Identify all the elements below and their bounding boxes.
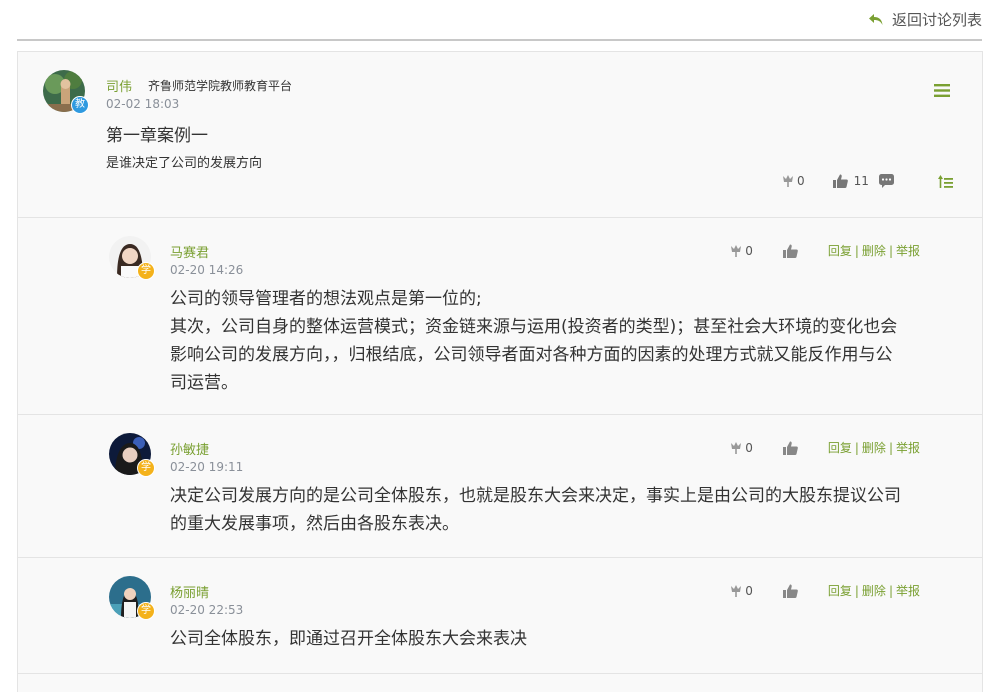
content-line: 公司全体股东，即通过召开全体股东大会来表决 [170, 629, 527, 649]
flower-icon [731, 441, 742, 454]
comment-icon [878, 174, 894, 188]
thumbs-up-icon [782, 244, 798, 258]
delete-link[interactable]: 删除 [862, 584, 886, 598]
separator: | [854, 441, 859, 455]
flower-button[interactable]: 0 [729, 441, 753, 455]
teacher-badge: 教 [71, 96, 89, 114]
topic-title: 第一章案例一 [106, 126, 208, 146]
top-bar: 返回讨论列表 [0, 0, 1000, 41]
thumbs-up-icon [832, 174, 848, 188]
flower-count: 0 [797, 174, 805, 188]
reply-date: 02-20 22:53 [170, 603, 244, 617]
flower-button[interactable]: 0 [729, 244, 753, 258]
student-badge: 学 [137, 459, 155, 477]
reply-actions: 0 回复 | 删除 | 举报 [729, 582, 920, 599]
reply-date: 02-20 19:11 [170, 460, 244, 474]
separator: | [888, 441, 893, 455]
like-count: 11 [853, 174, 869, 188]
content-line: 的重大发展事项，然后由各股东表决。 [170, 514, 459, 534]
student-badge: 学 [137, 602, 155, 620]
topic-post: 教 司伟 齐鲁师范学院教师教育平台 02-02 18:03 第一章案例一 是谁决… [18, 52, 982, 218]
sort-button[interactable] [937, 174, 953, 188]
report-link[interactable]: 举报 [896, 244, 920, 258]
reply-item: 学 孙敏捷 02-20 19:11 0 回复 | 删除 | 举报 决定公司发展方… [18, 415, 982, 558]
reply-content: 公司全体股东，即通过召开全体股东大会来表决 [170, 625, 960, 653]
back-to-list-link[interactable]: 返回讨论列表 [868, 9, 982, 30]
separator: | [854, 244, 859, 258]
discussion-panel: 教 司伟 齐鲁师范学院教师教育平台 02-02 18:03 第一章案例一 是谁决… [17, 51, 983, 692]
flower-icon [731, 584, 742, 597]
topic-author[interactable]: 司伟 [106, 76, 132, 95]
topic-org: 齐鲁师范学院教师教育平台 [148, 79, 293, 93]
reply-item: 学 杨丽晴 02-20 22:53 0 回复 | 删除 | 举报 公司全体股东，… [18, 558, 982, 674]
content-line: 决定公司发展方向的是公司全体股东，也就是股东大会来决定，事实上是由公司的大股东提… [170, 486, 901, 506]
like-button[interactable] [782, 441, 798, 455]
like-button[interactable] [782, 244, 798, 258]
flower-button[interactable]: 0 [729, 584, 753, 598]
comment-button[interactable] [878, 174, 894, 188]
report-link[interactable]: 举报 [896, 584, 920, 598]
reply-actions: 0 回复 | 删除 | 举报 [729, 439, 920, 456]
reply-actions: 0 回复 | 删除 | 举报 [729, 242, 920, 259]
reply-item: 学 马赛君 02-20 14:26 0 回复 | 删除 | 举报 公司的领导管理… [18, 218, 982, 415]
reply-link[interactable]: 回复 [828, 244, 852, 258]
flower-count: 0 [745, 243, 753, 258]
avatar[interactable]: 学 [109, 576, 155, 620]
reply-author[interactable]: 孙敏捷 [170, 439, 209, 458]
flower-count: 0 [745, 583, 753, 598]
reply-content: 公司的领导管理者的想法观点是第一位的; 其次，公司自身的整体运营模式；资金链来源… [170, 285, 960, 397]
reply-author[interactable]: 马赛君 [170, 242, 209, 261]
avatar[interactable]: 学 [109, 433, 155, 477]
avatar[interactable]: 学 [109, 236, 155, 280]
flower-count: 0 [745, 440, 753, 455]
report-link[interactable]: 举报 [896, 441, 920, 455]
avatar[interactable]: 教 [43, 70, 89, 114]
delete-link[interactable]: 删除 [862, 244, 886, 258]
reply-date: 02-20 14:26 [170, 263, 244, 277]
delete-link[interactable]: 删除 [862, 441, 886, 455]
separator: | [854, 584, 859, 598]
back-link-label: 返回讨论列表 [891, 11, 982, 29]
reply-links: 回复 | 删除 | 举报 [828, 439, 920, 456]
flower-icon [783, 175, 793, 187]
thumbs-up-icon [782, 441, 798, 455]
reply-link[interactable]: 回复 [828, 441, 852, 455]
like-button[interactable] [782, 584, 798, 598]
reply-links: 回复 | 删除 | 举报 [828, 242, 920, 259]
flower-icon [731, 244, 742, 257]
header-divider [17, 39, 982, 41]
content-line: 公司的领导管理者的想法观点是第一位的; [170, 289, 482, 309]
thumbs-up-icon [782, 584, 798, 598]
back-arrow-icon [868, 13, 883, 25]
content-line: 其次，公司自身的整体运营模式；资金链来源与运用(投资者的类型)；甚至社会大环境的… [170, 317, 898, 337]
reply-link[interactable]: 回复 [828, 584, 852, 598]
topic-description: 是谁决定了公司的发展方向 [106, 156, 263, 171]
topic-actions: 0 11 [781, 174, 953, 188]
separator: | [888, 244, 893, 258]
reply-links: 回复 | 删除 | 举报 [828, 582, 920, 599]
content-line: 影响公司的发展方向，，归根结底，公司领导者面对各种方面的因素的处理方式就又能反作… [170, 345, 893, 365]
reply-content: 决定公司发展方向的是公司全体股东，也就是股东大会来决定，事实上是由公司的大股东提… [170, 482, 960, 538]
topic-date: 02-02 18:03 [106, 97, 180, 111]
like-button[interactable]: 11 [832, 174, 869, 188]
flower-button[interactable]: 0 [781, 174, 805, 188]
sort-up-icon [937, 174, 953, 188]
student-badge: 学 [137, 262, 155, 280]
menu-icon[interactable] [934, 84, 950, 97]
separator: | [888, 584, 893, 598]
content-line: 司运营。 [170, 373, 238, 393]
reply-author[interactable]: 杨丽晴 [170, 582, 209, 601]
